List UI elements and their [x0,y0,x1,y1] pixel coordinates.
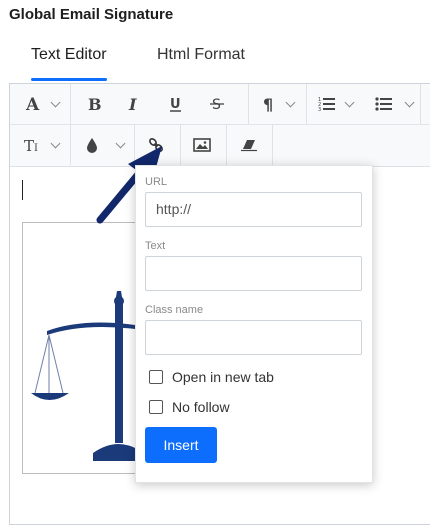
svg-text:B: B [88,95,102,113]
svg-text:¶: ¶ [263,95,273,113]
toolbar-divider [70,125,71,165]
toolbar-divider [272,125,273,165]
class-name-input[interactable] [145,320,362,355]
no-follow-label[interactable]: No follow [172,399,230,415]
url-label: URL [145,176,168,188]
italic-icon[interactable]: I [122,90,144,118]
page-title: Global Email Signature [9,6,174,23]
toolbar-divider [306,84,307,124]
class-name-label: Class name [145,304,204,316]
no-follow-checkbox[interactable] [149,400,163,414]
chevron-down-icon[interactable] [50,138,61,149]
tab-html-format[interactable]: Html Format [157,46,245,64]
chevron-down-icon[interactable] [404,97,415,108]
toolbar-divider [180,125,181,165]
text-cursor [22,180,23,200]
editor-toolbar: A B I U S ¶ 1 2 3 T I [10,84,430,167]
toolbar-divider [70,84,71,124]
bold-icon[interactable]: B [83,90,105,118]
svg-text:I: I [34,143,38,154]
svg-text:3: 3 [318,107,321,112]
svg-text:T: T [24,137,34,154]
ordered-list-icon[interactable]: 1 2 3 [316,90,338,118]
open-new-tab-checkbox[interactable] [149,370,163,384]
image-icon[interactable] [191,131,213,159]
toolbar-divider [226,125,227,165]
editor-tabs: Text Editor Html Format [0,36,430,81]
toolbar-row-1: A B I U S ¶ 1 2 3 [10,84,430,125]
eraser-icon[interactable] [238,131,260,159]
chevron-down-icon[interactable] [285,97,296,108]
svg-text:I: I [128,95,137,113]
chevron-down-icon[interactable] [50,97,61,108]
unordered-list-icon[interactable] [373,90,395,118]
svg-text:S: S [212,97,221,113]
insert-link-popup: URL http:// Text Class name Open in new … [135,165,373,483]
signature-image[interactable] [22,222,144,474]
toolbar-divider [420,84,421,124]
toolbar-row-2: TI [10,125,430,165]
font-size-icon[interactable]: TI [21,131,45,159]
active-tab-indicator [31,78,107,81]
underline-icon[interactable]: U [165,90,187,118]
open-new-tab-label[interactable]: Open in new tab [172,369,274,385]
text-input[interactable] [145,256,362,291]
text-label: Text [145,240,166,252]
paragraph-icon[interactable]: ¶ [258,90,280,118]
url-input[interactable]: http:// [145,192,362,227]
tab-text-editor[interactable]: Text Editor [31,46,107,64]
svg-text:A: A [25,95,40,113]
insert-button[interactable]: Insert [145,427,217,463]
svg-text:U: U [170,97,181,112]
toolbar-divider [248,84,249,124]
font-icon[interactable]: A [22,90,44,118]
chevron-down-icon[interactable] [344,97,355,108]
scales-of-justice-logo [31,291,143,461]
strikethrough-icon[interactable]: S [206,90,228,118]
